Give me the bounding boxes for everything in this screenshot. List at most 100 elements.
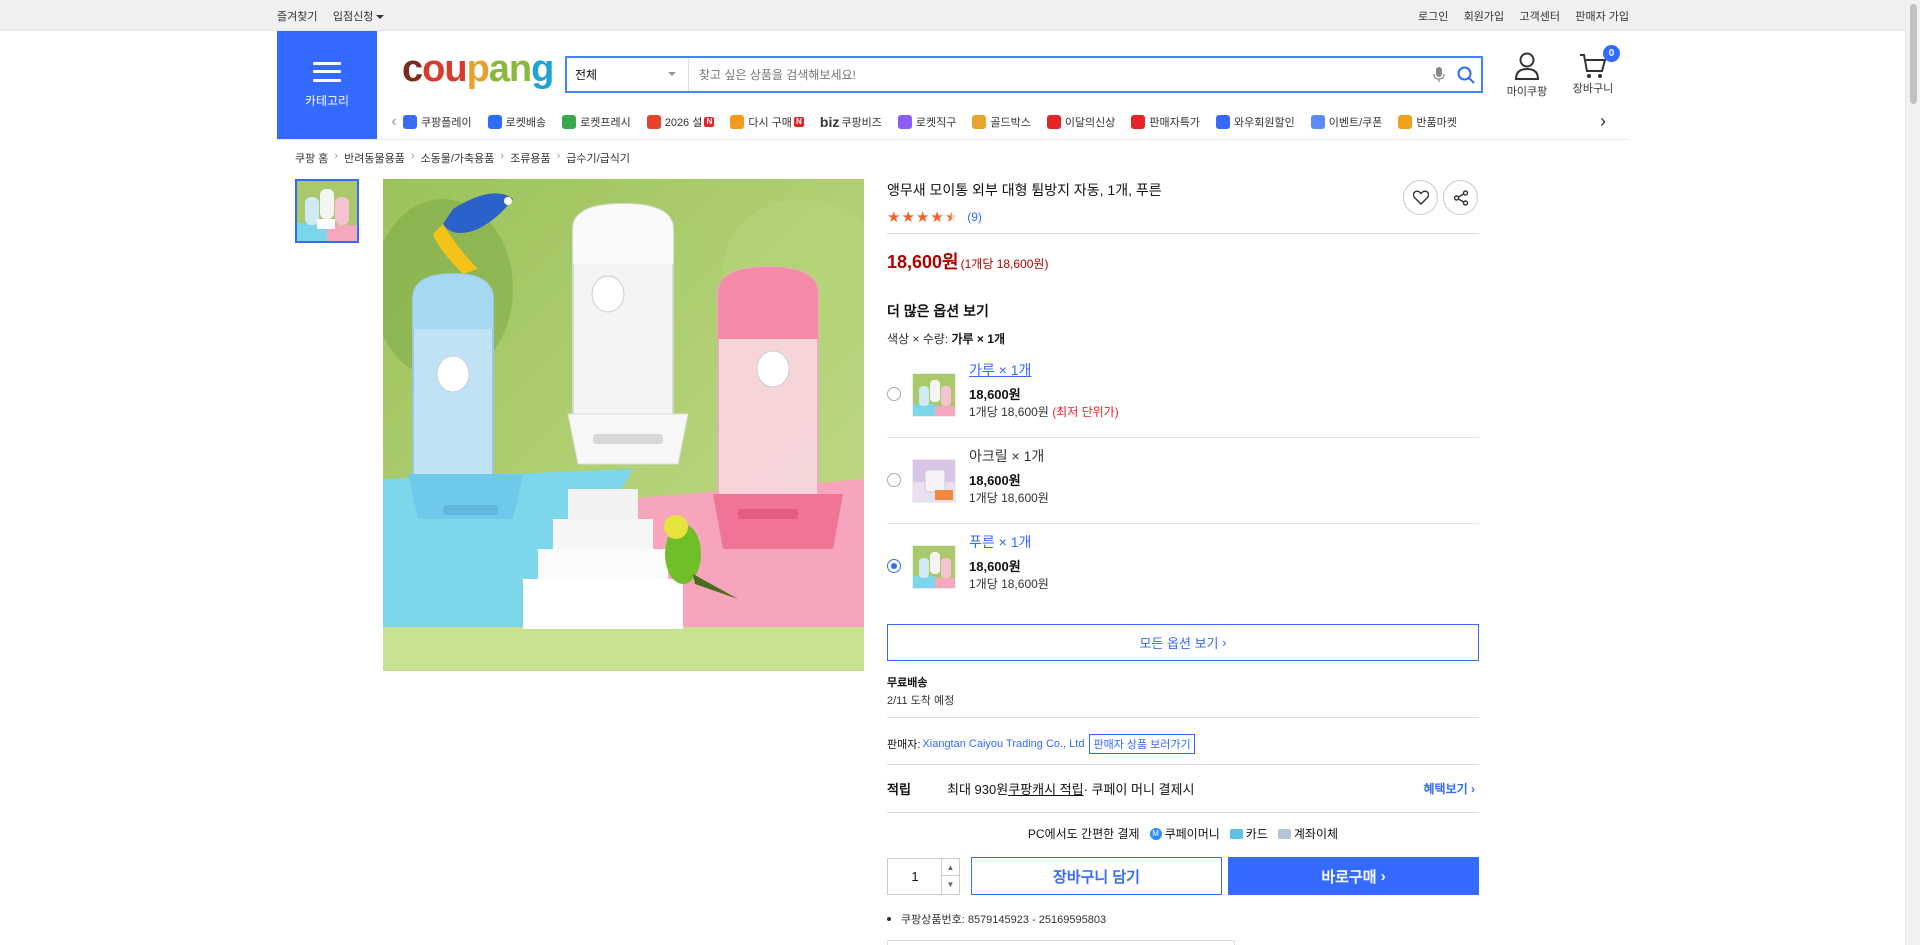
category-label: 카테고리: [304, 93, 350, 108]
add-to-cart-button[interactable]: 장바구니 담기: [971, 857, 1222, 895]
product-id: 쿠팡상품번호: 8579145923 - 25169595803: [901, 914, 1107, 926]
shortcut-item[interactable]: 골드박스: [972, 114, 1031, 130]
shortcut-icon: [730, 115, 745, 129]
product-main-image[interactable]: [383, 179, 864, 671]
all-options-label: 모든 옵션 보기: [1139, 636, 1219, 651]
search-bar: 전체: [565, 56, 1483, 93]
wishlist-button[interactable]: [1403, 180, 1438, 215]
option-name[interactable]: 아크릴 × 1개: [969, 446, 1044, 466]
shortcut-item[interactable]: 로켓프레시: [562, 114, 631, 130]
option-row[interactable]: 가루 × 1개 18,600원 1개당 18,600원 (최저 단위가): [887, 352, 1479, 438]
shortcut-item[interactable]: 와우회원할인: [1216, 114, 1295, 130]
breadcrumb-item[interactable]: 쿠팡 홈: [295, 150, 328, 166]
partner-link[interactable]: 입점신청: [333, 11, 385, 23]
shortcut-item[interactable]: 로켓배송: [487, 114, 546, 130]
benefit-link[interactable]: 혜택보기 ›: [1424, 780, 1476, 797]
shortcut-item[interactable]: 쿠팡플레이: [403, 114, 472, 130]
option-name[interactable]: 가루 × 1개: [969, 360, 1031, 380]
shipping-title: 무료배송: [887, 677, 928, 689]
coupang-logo[interactable]: coupang: [402, 48, 554, 91]
breadcrumb-item[interactable]: 반려동물용품: [344, 150, 405, 166]
review-count[interactable]: (9): [967, 210, 982, 224]
prev-arrow-icon[interactable]: ‹: [385, 113, 403, 131]
shortcut-item[interactable]: 반품마켓: [1398, 114, 1457, 130]
page-scrollbar[interactable]: [1905, 0, 1920, 945]
shortcut-item[interactable]: 2026 설N: [646, 114, 715, 130]
product-id-row: 쿠팡상품번호: 8579145923 - 25169595803: [887, 911, 1106, 927]
shortcut-nav: ‹ 쿠팡플레이 로켓배송 로켓프레시 2026 설 N 다시 구매 N biz 쿠팡비즈 로켓직구…: [385, 111, 1620, 133]
seller-signup-link[interactable]: 판매자 가입: [1575, 11, 1629, 23]
coupay-icon: M: [1149, 827, 1162, 840]
shortcut-item[interactable]: 로켓직구: [897, 114, 956, 130]
seller-label: 판매자:: [887, 739, 921, 751]
shortcut-item[interactable]: biz 쿠팡비즈: [820, 114, 882, 130]
biz-icon: biz: [819, 114, 840, 130]
card-pay: 카드: [1229, 825, 1268, 842]
category-menu-button[interactable]: 카테고리: [277, 31, 377, 139]
option-radio[interactable]: [887, 473, 901, 487]
shortcut-label: 이달의신상: [1064, 117, 1116, 129]
option-radio-selected[interactable]: [887, 559, 901, 573]
reward-amount: 최대 930원: [947, 782, 1009, 797]
all-options-button[interactable]: 모든 옵션 보기 ›: [887, 624, 1479, 661]
more-options-heading: 더 많은 옵션 보기: [887, 303, 989, 319]
caret-down-icon: [376, 14, 385, 19]
seller-products-button[interactable]: 판매자 상품 보러가기: [1089, 734, 1195, 754]
option-unit-price: 1개당 18,600원: [969, 577, 1049, 591]
breadcrumb-item[interactable]: 조류용품: [510, 150, 550, 166]
rating-stars[interactable]: ★ ★ ★ ★ ★ (9): [887, 208, 982, 226]
microphone-icon[interactable]: [1427, 63, 1451, 87]
breadcrumb-separator-icon: ›: [556, 150, 561, 162]
option-unit-price: 1개당 18,600원 (최저 단위가): [969, 405, 1119, 419]
next-arrow-icon[interactable]: ›: [1600, 111, 1606, 132]
login-link[interactable]: 로그인: [1418, 11, 1448, 23]
top-utility-bar: 즐겨찾기 입점신청 로그인 회원가입 고객센터 판매자 가입: [0, 0, 1920, 31]
breadcrumb-item[interactable]: 소동물/가축용품: [421, 150, 495, 166]
share-button[interactable]: [1443, 180, 1478, 215]
shortcut-item[interactable]: 다시 구매 N: [730, 114, 804, 130]
seller-name-link[interactable]: Xiangtan Caiyou Trading Co., Ltd: [922, 738, 1084, 750]
favorites-link[interactable]: 즐겨찾기: [277, 11, 317, 23]
user-icon: [1514, 52, 1540, 80]
quantity-down-icon[interactable]: ▼: [942, 876, 959, 893]
cart-button[interactable]: 0 장바구니: [1567, 45, 1620, 96]
star-icon: ★: [915, 209, 930, 226]
divider: [887, 717, 1479, 718]
search-input[interactable]: [689, 58, 1427, 91]
breadcrumb-item[interactable]: 급수기/급식기: [566, 150, 630, 166]
sale-price: 18,600원: [887, 252, 959, 272]
search-icon[interactable]: [1451, 63, 1481, 87]
search-category-select[interactable]: 전체: [567, 58, 689, 91]
shortcut-item[interactable]: 이달의신상: [1046, 114, 1116, 130]
option-radio[interactable]: [887, 387, 901, 401]
shortcut-icon: [1310, 115, 1325, 129]
option-name[interactable]: 푸른 × 1개: [969, 532, 1031, 552]
signup-link[interactable]: 회원가입: [1464, 11, 1504, 23]
bullet-icon: [887, 917, 891, 921]
chevron-down-icon: [668, 72, 676, 76]
divider: [887, 233, 1479, 234]
shortcut-item[interactable]: 판매자특가: [1131, 114, 1200, 130]
star-icon: ★: [887, 209, 901, 226]
mycoupang-label: 마이쿠팡: [1506, 86, 1548, 98]
shortcut-label: 다시 구매: [748, 117, 792, 129]
quantity-input[interactable]: 1: [888, 859, 942, 894]
product-thumbnail[interactable]: [295, 179, 359, 243]
cart-count-badge: 0: [1603, 45, 1620, 62]
option-row[interactable]: 아크릴 × 1개 18,600원 1개당 18,600원: [887, 438, 1479, 524]
coupang-cash-link[interactable]: 쿠팡캐시 적립: [1008, 779, 1083, 798]
shipping-date: 2/11 도착 예정: [887, 695, 955, 707]
buy-now-button[interactable]: 바로구매 ›: [1228, 857, 1479, 895]
current-option: 색상 × 수량: 가루 × 1개: [887, 330, 1005, 347]
mycoupang-button[interactable]: 마이쿠팡: [1503, 52, 1551, 99]
shortcut-label: 쿠팡비즈: [841, 117, 882, 129]
shortcut-item[interactable]: 이벤트/쿠폰: [1310, 114, 1382, 130]
hamburger-icon: [313, 61, 341, 82]
current-option-value: 가루 × 1개: [951, 332, 1005, 346]
option-row-selected[interactable]: 푸른 × 1개 18,600원 1개당 18,600원: [887, 524, 1479, 610]
quantity-up-icon[interactable]: ▲: [942, 859, 959, 876]
option-thumbnail: [912, 373, 956, 417]
support-link[interactable]: 고객센터: [1520, 11, 1560, 23]
shortcut-icon: [562, 115, 577, 129]
shortcut-icon: [897, 115, 912, 129]
